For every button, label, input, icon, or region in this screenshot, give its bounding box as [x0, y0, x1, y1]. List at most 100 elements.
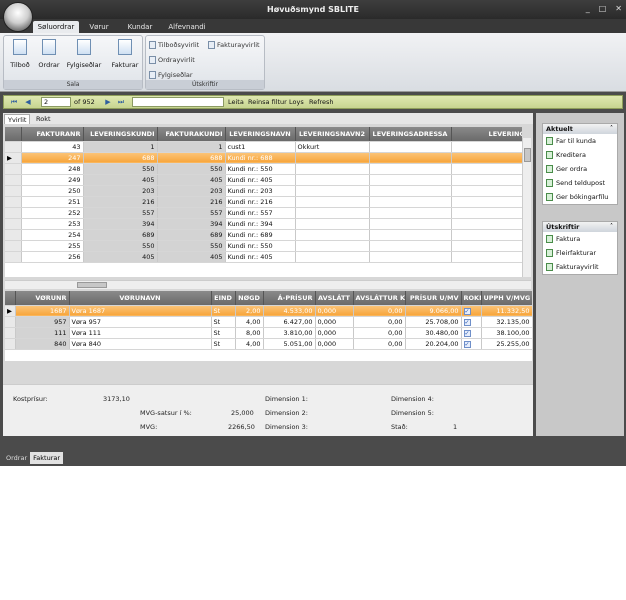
table-cell[interactable]: 25.708,00	[405, 316, 462, 328]
table-cell[interactable]	[369, 229, 452, 241]
table-cell[interactable]	[369, 218, 452, 230]
fakturayvirlit-button[interactable]: Fakturayvirlit	[208, 41, 260, 49]
table-cell[interactable]: 249	[21, 174, 84, 186]
table-cell[interactable]: St	[211, 338, 236, 350]
table-cell[interactable]: 689	[83, 229, 158, 241]
table-cell[interactable]: 557	[83, 207, 158, 219]
table-cell[interactable]: 11.332,50	[481, 305, 532, 317]
table-cell[interactable]	[295, 196, 370, 208]
column-header[interactable]: VØRUNR	[15, 291, 70, 306]
table-cell[interactable]: 1687	[15, 305, 70, 317]
table-cell[interactable]: 203	[157, 185, 226, 197]
column-header[interactable]: ROKN	[461, 291, 482, 306]
table-cell[interactable]: 0,000	[315, 316, 354, 328]
table-row[interactable]: 252 557 557 Kundi nr.: 557	[5, 207, 522, 219]
table-cell[interactable]	[451, 229, 522, 241]
table-cell[interactable]: 256	[21, 251, 84, 263]
tab-fakturar[interactable]: Fakturar	[30, 452, 64, 464]
invoice-vertical-scrollbar[interactable]	[522, 138, 531, 277]
row-indicator[interactable]: ▶	[5, 305, 16, 317]
collapse-icon[interactable]: ˄	[610, 222, 613, 232]
table-cell[interactable]: Vøra 840	[69, 338, 212, 350]
row-indicator[interactable]	[5, 229, 22, 241]
table-row[interactable]: 111 Vøra 111 St 8,00 3.810,00 0,000 0,00 30.480…	[5, 327, 532, 339]
tab-vorur[interactable]: Vørur	[86, 21, 112, 33]
tab-yvirlit[interactable]: Yvirlit	[4, 114, 31, 124]
table-cell[interactable]: 957	[15, 316, 70, 328]
table-cell[interactable]: 253	[21, 218, 84, 230]
tab-rokt[interactable]: Rokt	[33, 114, 54, 124]
column-header[interactable]: UPPH V/MVG	[481, 291, 532, 306]
table-cell[interactable]: 2,00	[235, 305, 264, 317]
table-cell[interactable]: 9.066,00	[405, 305, 462, 317]
table-cell[interactable]: 550	[83, 163, 158, 175]
table-cell[interactable]	[295, 240, 370, 252]
column-header[interactable]: LEVERINGSNAVN	[225, 127, 296, 142]
search-input[interactable]	[132, 97, 224, 107]
table-row[interactable]: 256 405 405 Kundi nr.: 405	[5, 251, 522, 263]
table-cell[interactable]: 5.051,00	[263, 338, 316, 350]
table-cell[interactable]: 688	[157, 152, 226, 164]
column-header[interactable]: LEVERINGSKUNDI	[83, 127, 158, 142]
table-cell[interactable]: 20.204,00	[405, 338, 462, 350]
column-header[interactable]: FAKTURAKUNDI	[157, 127, 226, 142]
row-indicator[interactable]	[5, 207, 22, 219]
table-row[interactable]: 43 1 1 cust1 Okkurt	[5, 141, 522, 153]
table-cell[interactable]: St	[211, 327, 236, 339]
table-cell[interactable]: Okkurt	[295, 141, 370, 153]
application-menu-button[interactable]	[3, 2, 33, 32]
aktuelt-header[interactable]: Aktuelt ˄	[543, 124, 617, 134]
table-cell[interactable]: 247	[21, 152, 84, 164]
first-record-icon[interactable]: ⏮	[10, 98, 18, 106]
table-cell[interactable]: Kundi nr.: 216	[225, 196, 296, 208]
row-indicator[interactable]	[5, 316, 16, 328]
table-cell[interactable]: 557	[157, 207, 226, 219]
refresh-button[interactable]: Refresh	[309, 98, 334, 106]
scroll-thumb[interactable]	[77, 282, 107, 288]
row-indicator[interactable]	[5, 251, 22, 263]
table-row[interactable]: 840 Vøra 840 St 4,00 5.051,00 0,000 0,00 20.204…	[5, 338, 532, 350]
table-cell[interactable]: Vøra 957	[69, 316, 212, 328]
table-cell[interactable]: 688	[83, 152, 158, 164]
table-cell[interactable]: 4,00	[235, 338, 264, 350]
table-cell[interactable]: 0,00	[353, 316, 406, 328]
fylgisedlar-button[interactable]: Fylgiseðlar	[64, 39, 104, 69]
rokn-checkbox[interactable]: ✓	[463, 318, 471, 326]
row-indicator[interactable]	[5, 240, 22, 252]
row-indicator[interactable]	[5, 141, 22, 153]
table-cell[interactable]	[451, 163, 522, 175]
table-cell[interactable]: 4,00	[235, 316, 264, 328]
table-cell[interactable]: ✓	[461, 305, 482, 317]
table-cell[interactable]: Kundi nr.: 394	[225, 218, 296, 230]
column-header[interactable]: NØGD	[235, 291, 264, 306]
table-cell[interactable]: ✓	[461, 338, 482, 350]
table-row[interactable]: ▶ 1687 Vøra 1687 St 2,00 4.533,00 0,000 0,00 9.0…	[5, 305, 532, 317]
table-cell[interactable]: St	[211, 305, 236, 317]
table-cell[interactable]	[369, 141, 452, 153]
table-cell[interactable]: 405	[83, 174, 158, 186]
table-cell[interactable]: 0,00	[353, 327, 406, 339]
fakturar-button[interactable]: Fakturar	[110, 39, 140, 69]
table-cell[interactable]: 405	[157, 251, 226, 263]
table-cell[interactable]	[295, 174, 370, 186]
table-cell[interactable]: 252	[21, 207, 84, 219]
sidebar-item[interactable]: Far til kunda	[543, 134, 617, 148]
table-cell[interactable]	[295, 251, 370, 263]
table-cell[interactable]: 216	[157, 196, 226, 208]
row-indicator[interactable]	[5, 218, 22, 230]
table-cell[interactable]	[451, 196, 522, 208]
row-indicator[interactable]	[5, 338, 16, 350]
tab-alfevnandi[interactable]: Alfevnandi	[166, 21, 208, 33]
table-cell[interactable]: St	[211, 316, 236, 328]
table-cell[interactable]: 405	[83, 251, 158, 263]
table-cell[interactable]: 405	[157, 174, 226, 186]
table-row[interactable]: 253 394 394 Kundi nr.: 394	[5, 218, 522, 230]
column-header[interactable]: AVSLÁTTUR K	[353, 291, 406, 306]
leita-button[interactable]: Leita	[228, 98, 244, 106]
table-cell[interactable]: 4.533,00	[263, 305, 316, 317]
rokn-checkbox[interactable]: ✓	[463, 307, 471, 315]
column-header[interactable]: VØRUNAVN	[69, 291, 212, 306]
table-cell[interactable]: Vøra 111	[69, 327, 212, 339]
table-cell[interactable]: Kundi nr.: 550	[225, 240, 296, 252]
scroll-thumb[interactable]	[524, 148, 531, 162]
